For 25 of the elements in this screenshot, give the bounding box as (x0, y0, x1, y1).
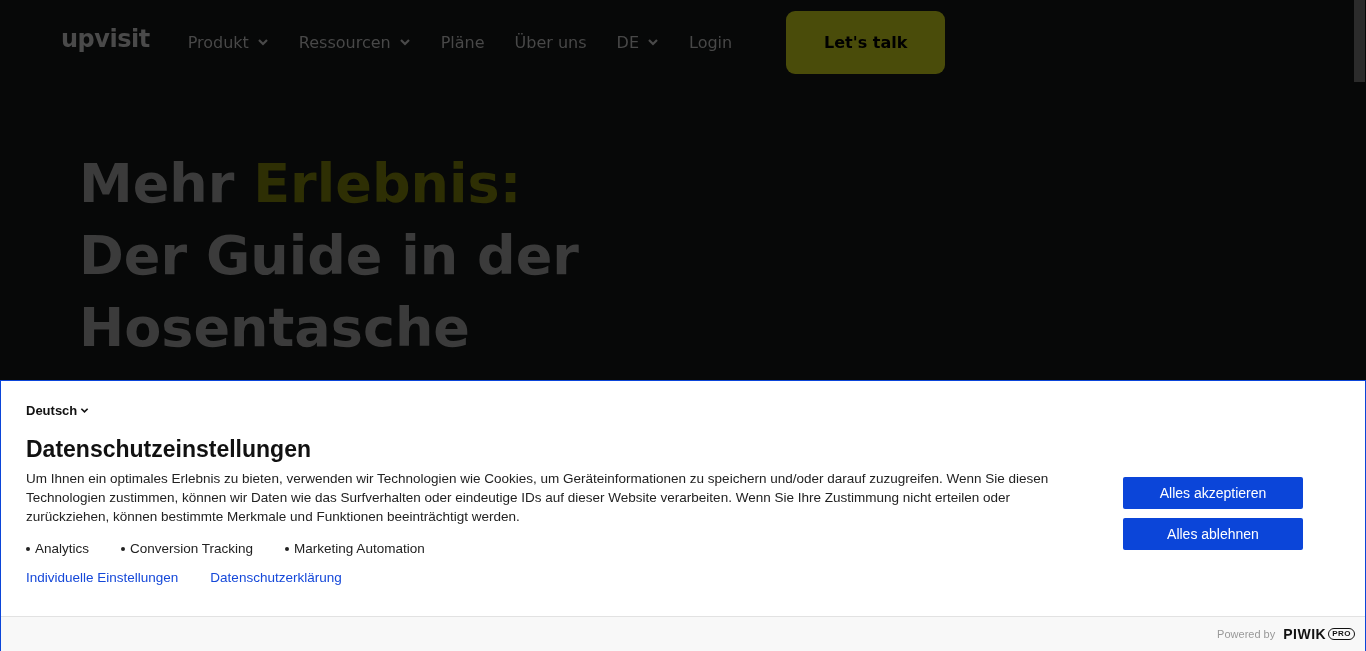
consent-link[interactable]: Datenschutzerklärung (210, 570, 342, 585)
consent-text: Um Ihnen ein optimales Erlebnis zu bieten, verwenden wir Technologien wie Cookies, um Geräteinformationen zu speichern und/oder darauf zuzugreifen. Wenn Sie diesen Technologien zustimmen, können wir Daten wie das Surfverhalten oder eindeutige IDs auf dieser Website verarbeiten. Wenn Sie Ihre Zustimmung nicht erteilen oder zurückziehen, können bestimmte Merkmale und Funktionen beeinträchtigt werden. (26, 470, 1050, 526)
bullet-icon (26, 546, 30, 551)
scrollbar-thumb[interactable] (1354, 0, 1365, 82)
nav-link[interactable]: Login (689, 32, 733, 52)
language-dropdown[interactable]: Deutsch (26, 403, 90, 418)
lets-talk-button[interactable]: Let's talk (786, 10, 946, 74)
consent-button[interactable]: Alles akzeptieren (1123, 477, 1303, 509)
bullet-icon (285, 546, 290, 551)
purpose-label: Marketing Automation (294, 541, 425, 556)
nav-link[interactable]: DE (616, 32, 660, 52)
nav-link[interactable]: Über uns (514, 32, 587, 52)
chevron-down-icon (80, 407, 90, 414)
powered-by-label: Powered by (1217, 628, 1276, 640)
brand-logo[interactable]: PIWIK PRO (1283, 626, 1355, 642)
nav-link[interactable]: Ressourcen (298, 32, 411, 52)
logo[interactable]: upvisit (61, 25, 150, 53)
consent-title: Datenschutzeinstellungen (26, 436, 312, 463)
consent-button[interactable]: Alles ablehnen (1123, 518, 1303, 550)
bullet-icon (121, 546, 126, 551)
consent-link[interactable]: Individuelle Einstellungen (26, 570, 179, 585)
purpose-label: Analytics (35, 541, 90, 556)
nav-link[interactable]: Pläne (440, 32, 485, 52)
purpose-label: Conversion Tracking (130, 541, 254, 556)
nav-link[interactable]: Produkt (187, 32, 269, 52)
